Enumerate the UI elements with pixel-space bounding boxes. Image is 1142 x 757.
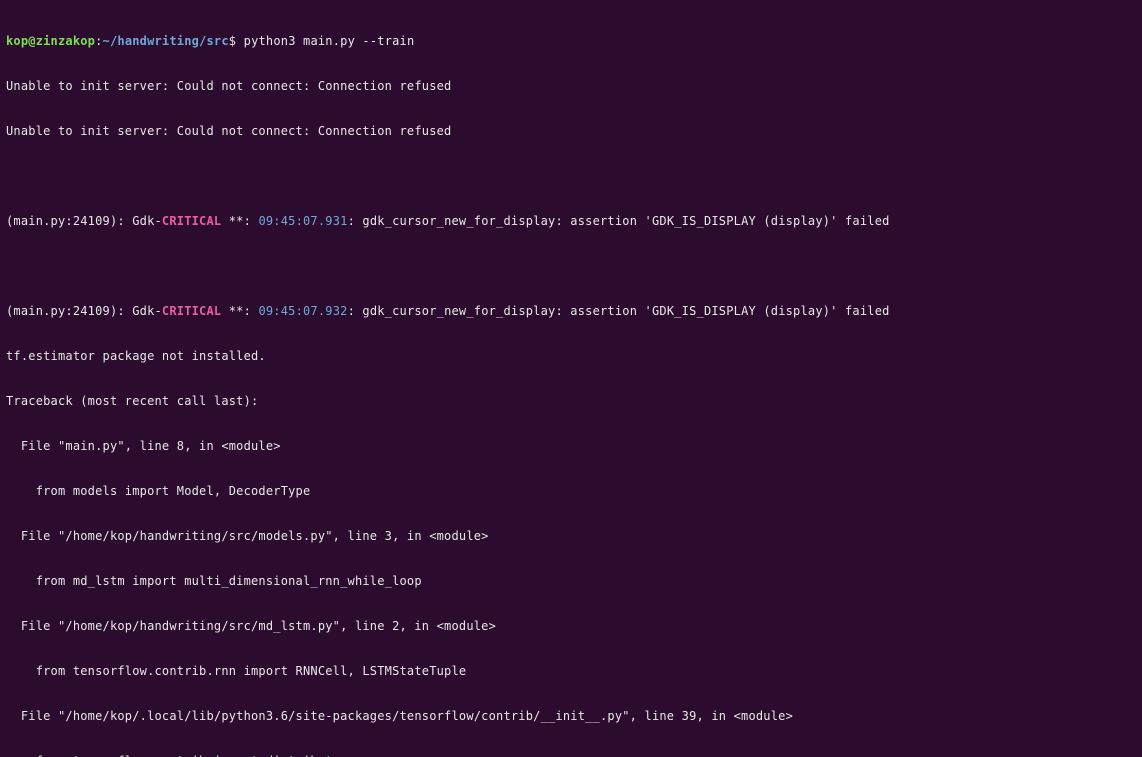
prompt-line-1: kop@zinzakop:~/handwriting/src$ python3 … <box>6 34 1136 49</box>
traceback-header: Traceback (most recent call last): <box>6 394 1136 409</box>
timestamp: 09:45:07.931 <box>258 214 347 228</box>
traceback-line: File "/home/kop/handwriting/src/models.p… <box>6 529 1136 544</box>
timestamp: 09:45:07.932 <box>258 304 347 318</box>
traceback-line: File "/home/kop/.local/lib/python3.6/sit… <box>6 709 1136 724</box>
gdk-prefix: (main.py:24109): Gdk- <box>6 304 162 318</box>
traceback-line: from tensorflow.contrib.rnn import RNNCe… <box>6 664 1136 679</box>
gdk-post: : gdk_cursor_new_for_display: assertion … <box>348 214 890 228</box>
output-line: Unable to init server: Could not connect… <box>6 79 1136 94</box>
gdk-prefix: (main.py:24109): Gdk- <box>6 214 162 228</box>
gdk-mid: **: <box>221 214 258 228</box>
blank-line <box>6 259 1136 274</box>
critical-label: CRITICAL <box>162 214 221 228</box>
prompt-dollar: $ <box>229 34 236 48</box>
gdk-post: : gdk_cursor_new_for_display: assertion … <box>348 304 890 318</box>
terminal-window[interactable]: kop@zinzakop:~/handwriting/src$ python3 … <box>0 0 1142 757</box>
tf-estimator-msg: tf.estimator package not installed. <box>6 349 1136 364</box>
gdk-mid: **: <box>221 304 258 318</box>
gdk-critical-line-2: (main.py:24109): Gdk-CRITICAL **: 09:45:… <box>6 304 1136 319</box>
prompt-sep: : <box>95 34 102 48</box>
prompt-path: ~/handwriting/src <box>103 34 229 48</box>
traceback-line: from models import Model, DecoderType <box>6 484 1136 499</box>
traceback-line: from md_lstm import multi_dimensional_rn… <box>6 574 1136 589</box>
output-line: Unable to init server: Could not connect… <box>6 124 1136 139</box>
traceback-line: File "main.py", line 8, in <module> <box>6 439 1136 454</box>
blank-line <box>6 169 1136 184</box>
traceback-line: File "/home/kop/handwriting/src/md_lstm.… <box>6 619 1136 634</box>
gdk-critical-line-1: (main.py:24109): Gdk-CRITICAL **: 09:45:… <box>6 214 1136 229</box>
command-1: python3 main.py --train <box>244 34 415 48</box>
critical-label: CRITICAL <box>162 304 221 318</box>
prompt-user: kop@zinzakop <box>6 34 95 48</box>
